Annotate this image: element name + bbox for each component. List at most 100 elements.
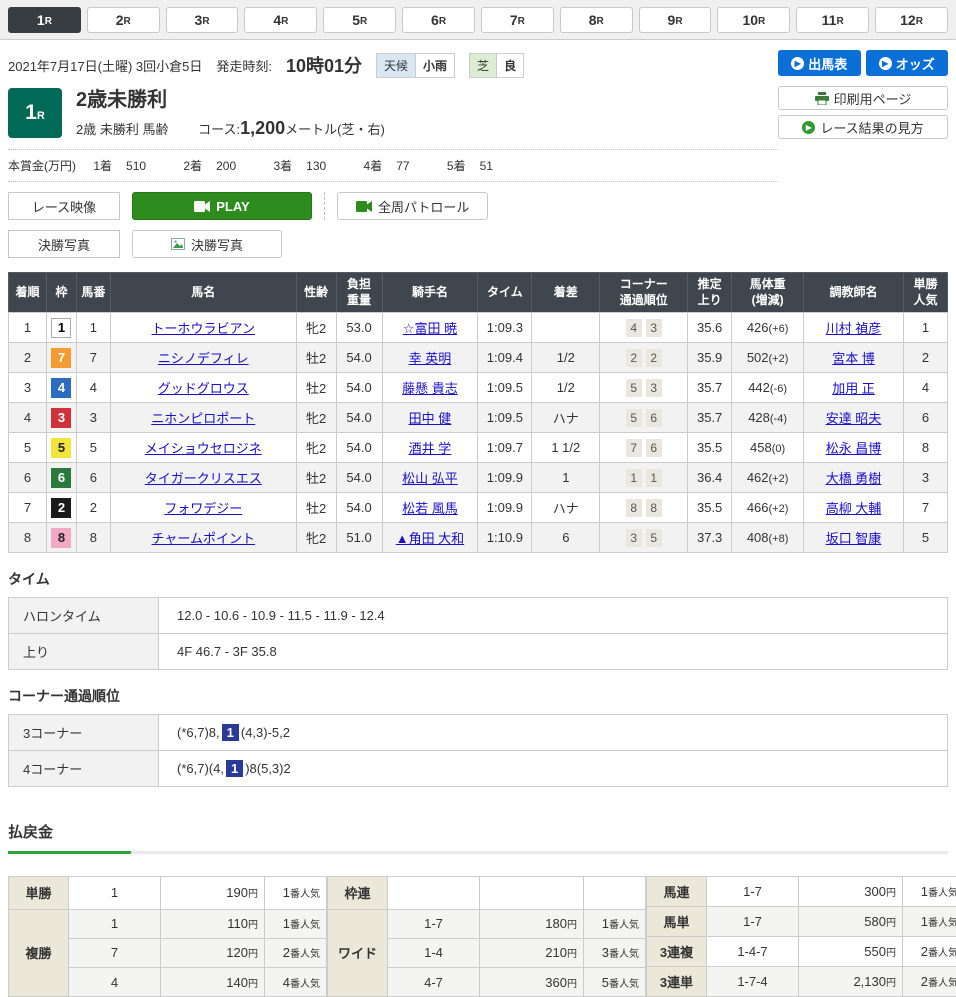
time-cell: 1:09.3	[478, 313, 532, 343]
horse-link[interactable]: ニホンピロポート	[151, 411, 255, 426]
last-3f-cell: 35.6	[688, 313, 732, 343]
trainer-link[interactable]: 坂口 智康	[826, 531, 882, 546]
jockey-cell: 藤懸 貴志	[382, 373, 478, 403]
race-tab-bar: 1R 2R 3R 4R 5R 6R 7R 8R 9R 10R 11R 12R	[0, 0, 956, 40]
prize-amount: 510	[126, 159, 146, 173]
horse-number: 7	[76, 343, 110, 373]
jockey-link[interactable]: 藤懸 貴志	[402, 381, 458, 396]
start-time-label: 発走時刻:	[216, 56, 272, 75]
payout-rule	[8, 851, 948, 854]
bet-type-label: 3連単	[647, 967, 707, 997]
frame-number: 7	[51, 348, 71, 368]
tab-number: 1	[37, 12, 45, 28]
result-guide-button[interactable]: ▶レース結果の見方	[778, 115, 948, 139]
finish-photo-button[interactable]: 決勝写真	[132, 230, 282, 258]
race-tab[interactable]: 3R	[166, 7, 239, 33]
win-popularity: 5	[903, 523, 947, 553]
prize-place: 4着	[364, 159, 383, 173]
jockey-link[interactable]: 幸 英明	[409, 351, 452, 366]
bet-popularity: 3番人気	[584, 938, 646, 967]
odds-button[interactable]: ▶オッズ	[866, 50, 949, 76]
horse-link[interactable]: チャームポイント	[152, 531, 255, 546]
bet-popularity: 2番人気	[903, 937, 956, 967]
print-page-button[interactable]: 印刷用ページ	[778, 86, 948, 110]
trainer-link[interactable]: 川村 禎彦	[826, 321, 882, 336]
trainer-cell: 大橋 勇樹	[804, 463, 904, 493]
trainer-link[interactable]: 安達 昭夫	[826, 411, 882, 426]
frame-cell: 5	[46, 433, 76, 463]
trainer-link[interactable]: 高柳 大輔	[826, 501, 882, 516]
frame-number: 1	[51, 318, 71, 338]
table-row: 5 5 5 メイショウセロジネ 牝2 54.0 酒井 学 1:09.7 1 1/…	[9, 433, 948, 463]
horse-number: 1	[76, 313, 110, 343]
race-tab[interactable]: 1R	[8, 7, 81, 33]
table-row: 7 2 2 フォワデジー 牡2 54.0 松若 風馬 1:09.9 ハナ 88 …	[9, 493, 948, 523]
video-camera-icon	[194, 201, 210, 212]
race-conditions: 2歳 未勝利 馬齢 コース:1,200メートル(芝・右)	[76, 118, 385, 139]
horse-link[interactable]: トーホウラビアン	[152, 321, 255, 336]
jockey-link[interactable]: 松若 風馬	[402, 501, 458, 516]
patrol-video-button[interactable]: 全周パトロール	[337, 192, 488, 220]
entry-table-button[interactable]: ▶出馬表	[778, 50, 861, 76]
horse-link[interactable]: フォワデジー	[164, 501, 242, 516]
trainer-link[interactable]: 宮本 博	[832, 351, 875, 366]
race-tab[interactable]: 8R	[560, 7, 633, 33]
horse-name-cell: トーホウラビアン	[110, 313, 296, 343]
prize-place: 1着	[93, 159, 112, 173]
horse-link[interactable]: ニシノデフィレ	[158, 351, 249, 366]
sex-age: 牝2	[296, 523, 336, 553]
jockey-link[interactable]: 松山 弘平	[402, 471, 458, 486]
corner-order-table: 3コーナー (*6,7)8,1(4,3)-5,2 4コーナー (*6,7)(4,…	[8, 714, 948, 787]
corner-2: 6	[646, 409, 662, 427]
race-tab[interactable]: 11R	[796, 7, 869, 33]
last-3f-cell: 35.5	[688, 493, 732, 523]
jockey-link[interactable]: ☆富田 暁	[403, 321, 457, 336]
jockey-link[interactable]: 酒井 学	[409, 441, 452, 456]
win-popularity: 6	[903, 403, 947, 433]
win-popularity: 8	[903, 433, 947, 463]
prize-money-line: 本賞金(万円) 1着510 2着200 3着130 4着77 5着51	[8, 149, 778, 182]
bet-amount: 300円	[799, 877, 903, 907]
win-popularity: 3	[903, 463, 947, 493]
bet-amount: 580円	[799, 907, 903, 937]
results-header-row: 着順枠 馬番馬名 性齢負担 重量 騎手名タイム 着差コーナー 通過順位 推定 上…	[9, 273, 948, 313]
prize-place: 5着	[447, 159, 466, 173]
prize-label: 本賞金(万円)	[8, 159, 76, 173]
win-popularity: 7	[903, 493, 947, 523]
prize-amount: 130	[306, 159, 326, 173]
corner-order-cell: 56	[600, 403, 688, 433]
race-tab[interactable]: 6R	[402, 7, 475, 33]
win-popularity: 2	[903, 343, 947, 373]
race-tab[interactable]: 4R	[244, 7, 317, 33]
bet-type-label: 馬単	[647, 907, 707, 937]
bet-popularity: 5番人気	[584, 967, 646, 996]
corner-1: 8	[626, 499, 642, 517]
photo-icon	[171, 238, 185, 250]
trainer-link[interactable]: 松永 昌博	[826, 441, 882, 456]
trainer-link[interactable]: 加用 正	[832, 381, 875, 396]
tab-suffix: R	[836, 16, 843, 27]
race-tab[interactable]: 7R	[481, 7, 554, 33]
race-tab[interactable]: 10R	[717, 7, 790, 33]
trainer-link[interactable]: 大橋 勇樹	[826, 471, 882, 486]
furlong-time-label: ハロンタイム	[9, 598, 159, 634]
race-tab[interactable]: 5R	[323, 7, 396, 33]
race-video-label: レース映像	[8, 192, 120, 220]
last-3f-cell: 35.5	[688, 433, 732, 463]
horse-link[interactable]: メイショウセロジネ	[145, 441, 262, 456]
corner-2: 3	[646, 319, 662, 337]
corner-order-cell: 43	[600, 313, 688, 343]
jockey-link[interactable]: 田中 健	[409, 411, 452, 426]
horse-link[interactable]: タイガークリスエス	[145, 471, 262, 486]
race-tab[interactable]: 2R	[87, 7, 160, 33]
jockey-link[interactable]: ▲角田 大和	[396, 531, 464, 546]
race-tab[interactable]: 12R	[875, 7, 948, 33]
bet-amount: 120円	[161, 938, 265, 967]
horse-link[interactable]: グッドグロウス	[158, 381, 249, 396]
race-tab[interactable]: 9R	[639, 7, 712, 33]
horse-name-cell: メイショウセロジネ	[110, 433, 296, 463]
jockey-cell: 幸 英明	[382, 343, 478, 373]
bet-combination	[388, 877, 480, 909]
jockey-cell: ▲角田 大和	[382, 523, 478, 553]
play-button[interactable]: PLAY	[132, 192, 312, 220]
